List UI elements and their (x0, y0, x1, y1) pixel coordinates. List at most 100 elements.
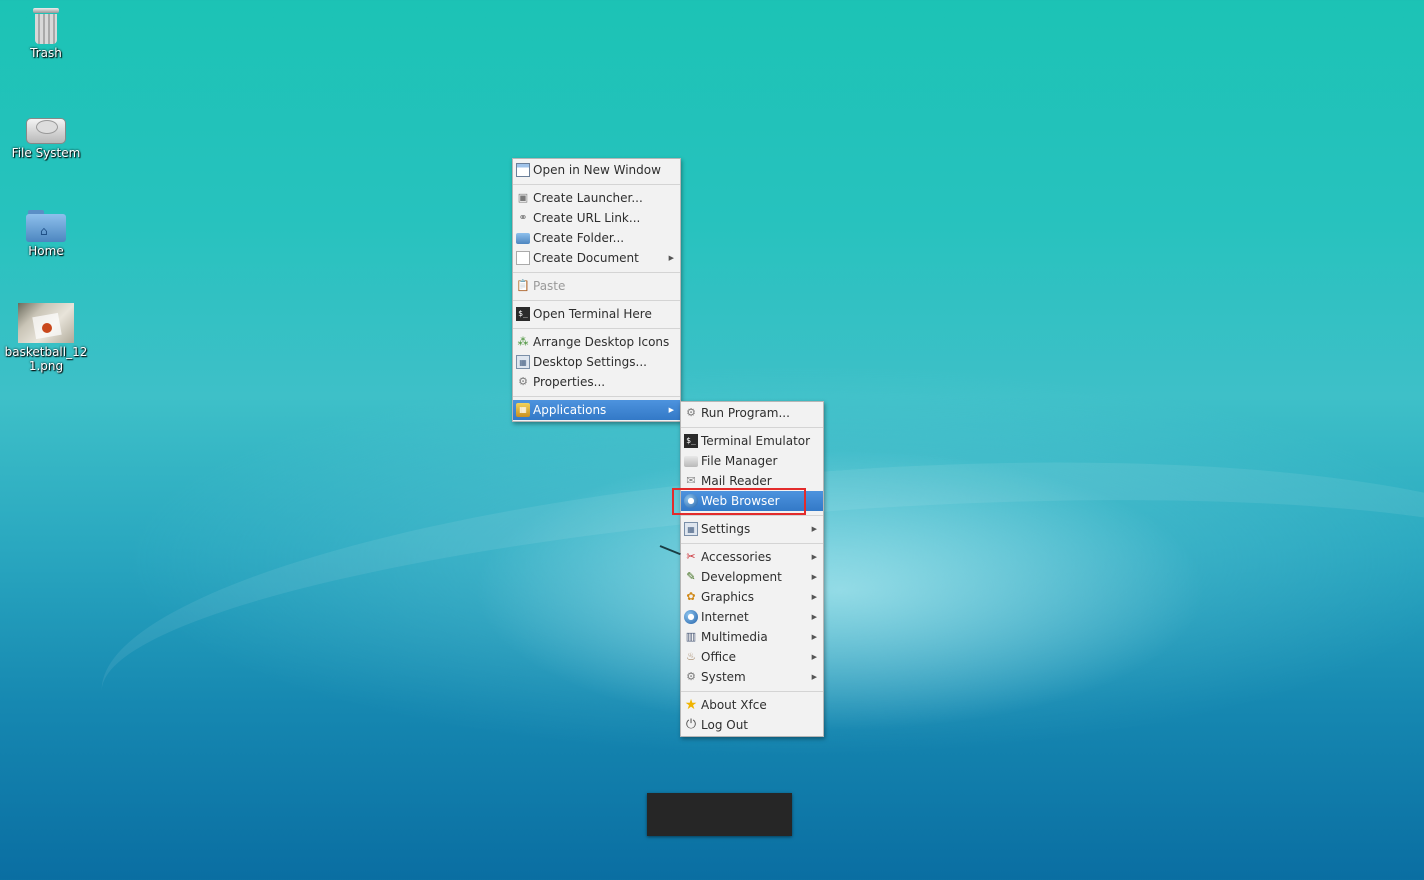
submenu-arrow-icon: ▶ (811, 653, 817, 661)
applications-submenu: ⚙ Run Program... $_ Terminal Emulator Fi… (680, 401, 824, 737)
menu-item-label: Create URL Link... (533, 211, 641, 225)
link-icon: ⚭ (518, 211, 528, 224)
window-icon (516, 163, 530, 177)
office-icon: ♨ (686, 650, 696, 663)
menu-item-arrange-desktop-icons[interactable]: ⁂ Arrange Desktop Icons (513, 332, 680, 352)
menu-item-create-document[interactable]: Create Document ▶ (513, 248, 680, 268)
menu-item-web-browser[interactable]: ● Web Browser (681, 491, 823, 511)
menu-item-properties[interactable]: ⚙ Properties... (513, 372, 680, 392)
star-icon: ★ (684, 697, 698, 713)
menu-item-accessories[interactable]: ✂ Accessories ▶ (681, 547, 823, 567)
menu-item-applications[interactable]: ▦ Applications ▶ (513, 400, 680, 420)
menu-item-label: Web Browser (701, 494, 780, 508)
menu-item-label: Run Program... (701, 406, 790, 420)
mail-icon: ✉ (686, 474, 696, 487)
menu-item-development[interactable]: ✎ Development ▶ (681, 567, 823, 587)
menu-item-label: System (701, 670, 746, 684)
menu-item-run-program[interactable]: ⚙ Run Program... (681, 403, 823, 423)
desktop-icon-label: File System (11, 146, 81, 160)
menu-item-create-url-link[interactable]: ⚭ Create URL Link... (513, 208, 680, 228)
submenu-arrow-icon: ▶ (811, 553, 817, 561)
menu-item-label: Create Document (533, 251, 639, 265)
menu-separator (513, 184, 680, 185)
settings-icon: ▦ (684, 522, 698, 536)
menu-item-label: Paste (533, 279, 566, 293)
development-icon: ✎ (686, 570, 696, 583)
menu-item-label: File Manager (701, 454, 778, 468)
desktop-icon-file-system[interactable]: File System (1, 110, 91, 160)
submenu-arrow-icon: ▶ (668, 406, 674, 414)
submenu-arrow-icon: ▶ (811, 525, 817, 533)
menu-item-graphics[interactable]: ✿ Graphics ▶ (681, 587, 823, 607)
submenu-arrow-icon: ▶ (811, 673, 817, 681)
desktop-context-menu: Open in New Window ▣ Create Launcher... … (512, 158, 681, 422)
menu-item-log-out[interactable]: ⏻ Log Out (681, 715, 823, 735)
desktop-icon-home[interactable]: ⌂ Home (1, 210, 91, 258)
desktop-icon-label: Trash (30, 46, 62, 60)
menu-item-system[interactable]: ⚙ System ▶ (681, 667, 823, 687)
menu-item-label: About Xfce (701, 698, 767, 712)
trash-icon (33, 8, 59, 44)
menu-item-label: Arrange Desktop Icons (533, 335, 670, 349)
menu-item-label: Accessories (701, 550, 772, 564)
submenu-arrow-icon: ▶ (811, 613, 817, 621)
submenu-arrow-icon: ▶ (811, 573, 817, 581)
menu-item-create-folder[interactable]: Create Folder... (513, 228, 680, 248)
menu-item-file-manager[interactable]: File Manager (681, 451, 823, 471)
file-manager-icon (684, 456, 698, 467)
menu-item-create-launcher[interactable]: ▣ Create Launcher... (513, 188, 680, 208)
menu-separator (513, 300, 680, 301)
menu-item-office[interactable]: ♨ Office ▶ (681, 647, 823, 667)
menu-item-label: Applications (533, 403, 607, 417)
menu-separator (513, 328, 680, 329)
menu-separator (681, 427, 823, 428)
menu-item-label: Desktop Settings... (533, 355, 647, 369)
menu-item-label: Mail Reader (701, 474, 772, 488)
terminal-icon: $_ (684, 434, 698, 448)
menu-item-open-terminal-here[interactable]: $_ Open Terminal Here (513, 304, 680, 324)
menu-separator (681, 691, 823, 692)
menu-item-paste[interactable]: 📋 Paste (513, 276, 680, 296)
folder-icon (516, 233, 530, 244)
menu-item-internet[interactable]: ● Internet ▶ (681, 607, 823, 627)
mouse-pointer-icon (659, 545, 681, 556)
submenu-arrow-icon: ▶ (668, 254, 674, 262)
paste-icon: 📋 (516, 279, 530, 292)
image-thumbnail-icon (18, 303, 74, 343)
menu-item-label: Terminal Emulator (701, 434, 811, 448)
multimedia-icon: ▥ (685, 630, 697, 643)
submenu-arrow-icon: ▶ (811, 593, 817, 601)
menu-item-terminal-emulator[interactable]: $_ Terminal Emulator (681, 431, 823, 451)
menu-separator (513, 396, 680, 397)
taskbar-panel[interactable] (647, 793, 792, 836)
home-folder-icon: ⌂ (26, 210, 66, 242)
menu-item-label: Log Out (701, 718, 749, 732)
menu-item-settings[interactable]: ▦ Settings ▶ (681, 519, 823, 539)
menu-separator (513, 272, 680, 273)
power-icon: ⏻ (685, 717, 697, 732)
arrange-icon: ⁂ (517, 335, 529, 348)
menu-item-label: Multimedia (701, 630, 768, 644)
desktop-settings-icon: ▦ (516, 355, 530, 369)
applications-icon: ▦ (516, 403, 530, 417)
menu-item-about-xfce[interactable]: ★ About Xfce (681, 695, 823, 715)
menu-separator (681, 543, 823, 544)
desktop-icon-trash[interactable]: Trash (1, 8, 91, 60)
desktop-icon-basketball-image[interactable]: basketball_121.png (1, 303, 91, 373)
run-program-icon: ⚙ (686, 406, 696, 419)
menu-item-desktop-settings[interactable]: ▦ Desktop Settings... (513, 352, 680, 372)
web-browser-icon: ● (684, 494, 698, 508)
document-icon (516, 251, 530, 265)
menu-item-label: Development (701, 570, 782, 584)
accessories-icon: ✂ (686, 550, 696, 563)
menu-item-label: Create Folder... (533, 231, 625, 245)
menu-item-label: Create Launcher... (533, 191, 643, 205)
menu-item-mail-reader[interactable]: ✉ Mail Reader (681, 471, 823, 491)
menu-item-label: Open Terminal Here (533, 307, 652, 321)
menu-item-open-in-new-window[interactable]: Open in New Window (513, 160, 680, 180)
menu-separator (681, 515, 823, 516)
submenu-arrow-icon: ▶ (811, 633, 817, 641)
menu-item-label: Open in New Window (533, 163, 661, 177)
graphics-icon: ✿ (686, 590, 696, 603)
menu-item-multimedia[interactable]: ▥ Multimedia ▶ (681, 627, 823, 647)
